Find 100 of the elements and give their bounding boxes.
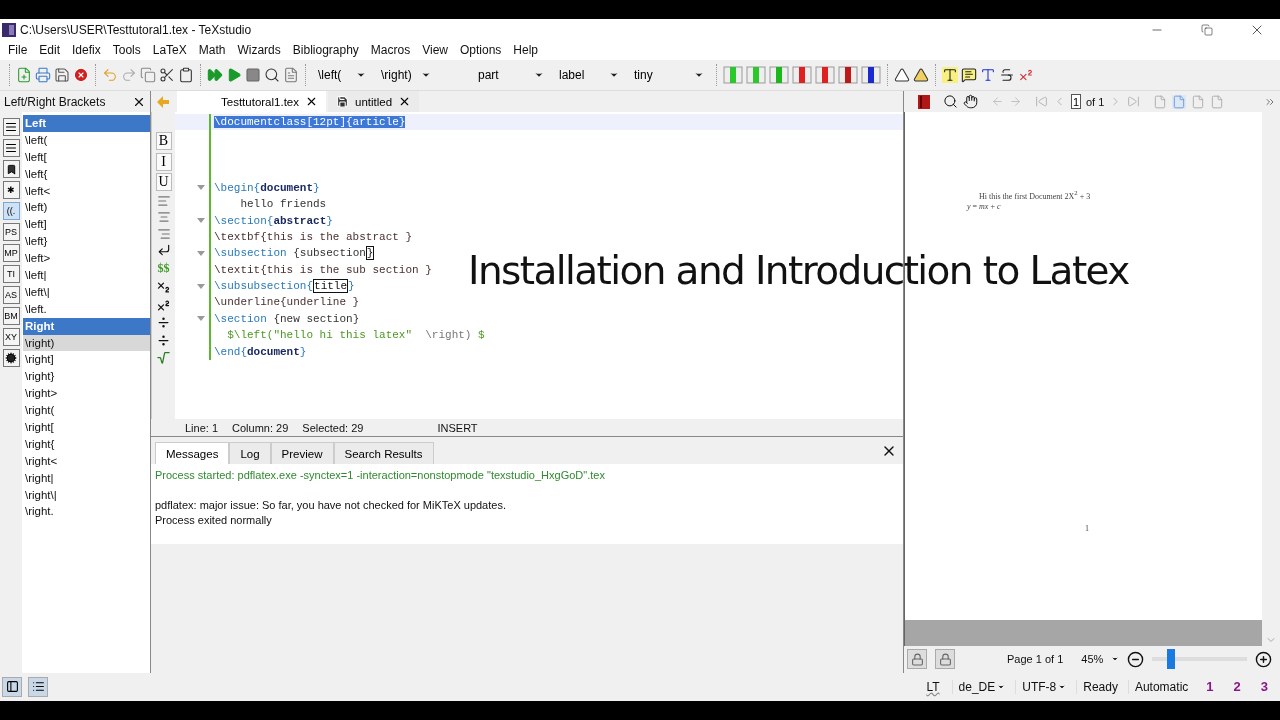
cut-icon[interactable] xyxy=(159,67,175,83)
sqrt-icon[interactable] xyxy=(156,350,171,365)
align-left-icon[interactable] xyxy=(156,193,171,208)
list-item[interactable]: \right\| xyxy=(23,486,150,504)
menu-item[interactable]: Macros xyxy=(364,43,417,57)
menu-item[interactable]: Tools xyxy=(106,43,147,57)
triangle-icon[interactable] xyxy=(913,67,929,83)
bookmark-icon[interactable] xyxy=(2,160,20,178)
table-icon[interactable] xyxy=(792,65,812,85)
format-button[interactable]: B xyxy=(155,132,172,150)
caret-icon[interactable] xyxy=(1111,655,1120,663)
output-tab[interactable]: Messages xyxy=(155,442,230,464)
fold-arrow-icon[interactable] xyxy=(197,283,205,289)
lock-icon[interactable] xyxy=(935,649,955,669)
stop-icon[interactable] xyxy=(245,67,261,83)
fold-arrow-icon[interactable] xyxy=(197,316,205,322)
menu-item[interactable]: Bibliography xyxy=(286,43,365,57)
new-file-icon[interactable] xyxy=(16,67,32,83)
list-header[interactable]: Left xyxy=(23,115,150,132)
lines-icon[interactable] xyxy=(2,139,20,157)
hand-icon[interactable] xyxy=(963,94,978,109)
book-icon[interactable] xyxy=(918,94,930,109)
text-icon[interactable] xyxy=(942,67,958,83)
list-item[interactable]: \left> xyxy=(23,250,150,267)
zoom-in-icon[interactable] xyxy=(1255,650,1273,668)
list-header[interactable]: Right xyxy=(23,317,150,335)
triangle-icon[interactable] xyxy=(894,67,910,83)
table-icon[interactable] xyxy=(861,65,881,85)
menu-item[interactable]: Wizards xyxy=(231,43,287,57)
list-item[interactable]: \left{ xyxy=(23,165,150,183)
status-item[interactable]: UTF-8 xyxy=(1015,679,1073,694)
search-icon[interactable] xyxy=(264,67,280,83)
menu-item[interactable]: Help xyxy=(507,43,545,57)
output-tab[interactable]: Search Results xyxy=(333,442,434,464)
fraction-icon[interactable] xyxy=(156,332,171,348)
list-item[interactable]: \right[ xyxy=(23,419,150,436)
zoom-icon[interactable] xyxy=(943,94,958,109)
panel-icon[interactable] xyxy=(2,676,22,697)
page-input[interactable]: 1 xyxy=(1071,94,1081,109)
format-button[interactable]: I xyxy=(155,152,172,171)
list-item[interactable]: \left< xyxy=(23,182,150,200)
text-icon[interactable] xyxy=(980,67,996,83)
dropdown[interactable]: tiny xyxy=(628,64,710,86)
panel-tab[interactable]: ✱ xyxy=(2,181,20,199)
panel-tab[interactable]: TI xyxy=(2,265,20,283)
build-view-icon[interactable] xyxy=(207,67,223,83)
list-item[interactable]: \left| xyxy=(23,267,150,284)
menu-item[interactable]: File xyxy=(2,43,34,57)
panel-tab[interactable]: AS xyxy=(2,286,20,304)
panel-tab[interactable]: MP xyxy=(2,244,20,262)
gears-icon[interactable] xyxy=(2,349,20,367)
dropdown[interactable]: part xyxy=(440,64,550,86)
list-item[interactable]: \left. xyxy=(23,300,150,318)
table-icon[interactable] xyxy=(838,65,858,85)
table-icon[interactable] xyxy=(815,65,835,85)
list-item[interactable]: \right| xyxy=(23,469,150,487)
save-icon[interactable] xyxy=(54,67,70,83)
list-item[interactable]: \right} xyxy=(23,368,150,386)
page-icon[interactable] xyxy=(1172,94,1187,109)
bookmark-button[interactable]: 2 xyxy=(1225,679,1249,694)
dropdown[interactable]: \right) xyxy=(375,64,437,86)
list-item[interactable]: \right> xyxy=(23,385,150,403)
lock-icon[interactable] xyxy=(907,649,927,669)
bookmark-button[interactable]: 1 xyxy=(1198,679,1222,694)
subscript-icon[interactable] xyxy=(156,280,171,295)
superscript-icon[interactable] xyxy=(156,297,171,313)
restore-icon[interactable] xyxy=(1201,23,1213,36)
list-item[interactable]: \right. xyxy=(23,503,150,521)
close-icon[interactable] xyxy=(305,95,318,108)
play-icon[interactable] xyxy=(226,67,242,83)
menu-item[interactable]: Math xyxy=(192,43,232,57)
bookmark-button[interactable]: 3 xyxy=(1252,679,1276,694)
list-item[interactable]: \right( xyxy=(23,402,150,420)
list-item[interactable]: \left] xyxy=(23,216,150,234)
format-button[interactable]: U xyxy=(155,173,172,191)
print-icon[interactable] xyxy=(35,67,51,83)
lines-icon[interactable] xyxy=(2,118,20,136)
list-item[interactable]: \left} xyxy=(23,233,150,251)
panel-tab[interactable]: XY xyxy=(2,328,20,346)
menu-item[interactable]: LaTeX xyxy=(146,43,193,57)
dropdown[interactable]: label xyxy=(553,64,625,86)
panel-tab[interactable]: PS xyxy=(2,223,20,241)
file-tab[interactable]: untitled xyxy=(328,91,420,112)
list-item[interactable]: \left\| xyxy=(23,283,150,301)
align-center-icon[interactable] xyxy=(156,210,171,224)
fold-arrow-icon[interactable] xyxy=(197,218,205,224)
zoom-out-icon[interactable] xyxy=(1127,650,1145,668)
zoom-slider-thumb[interactable] xyxy=(1167,649,1176,669)
fraction-icon[interactable] xyxy=(156,315,171,330)
status-item[interactable]: Automatic xyxy=(1127,679,1195,694)
panel-tab[interactable]: BM xyxy=(2,307,20,325)
status-item[interactable]: de_DE xyxy=(951,679,1012,694)
fold-arrow-icon[interactable] xyxy=(197,250,205,256)
output-tab[interactable]: Log xyxy=(229,442,271,464)
return-icon[interactable] xyxy=(156,243,171,257)
language-tool-label[interactable]: LT xyxy=(918,679,948,694)
menu-item[interactable]: View xyxy=(416,43,454,57)
menu-item[interactable]: Idefix xyxy=(66,43,107,57)
list-item[interactable]: \left) xyxy=(23,199,150,217)
list-item[interactable]: \left[ xyxy=(23,148,150,166)
